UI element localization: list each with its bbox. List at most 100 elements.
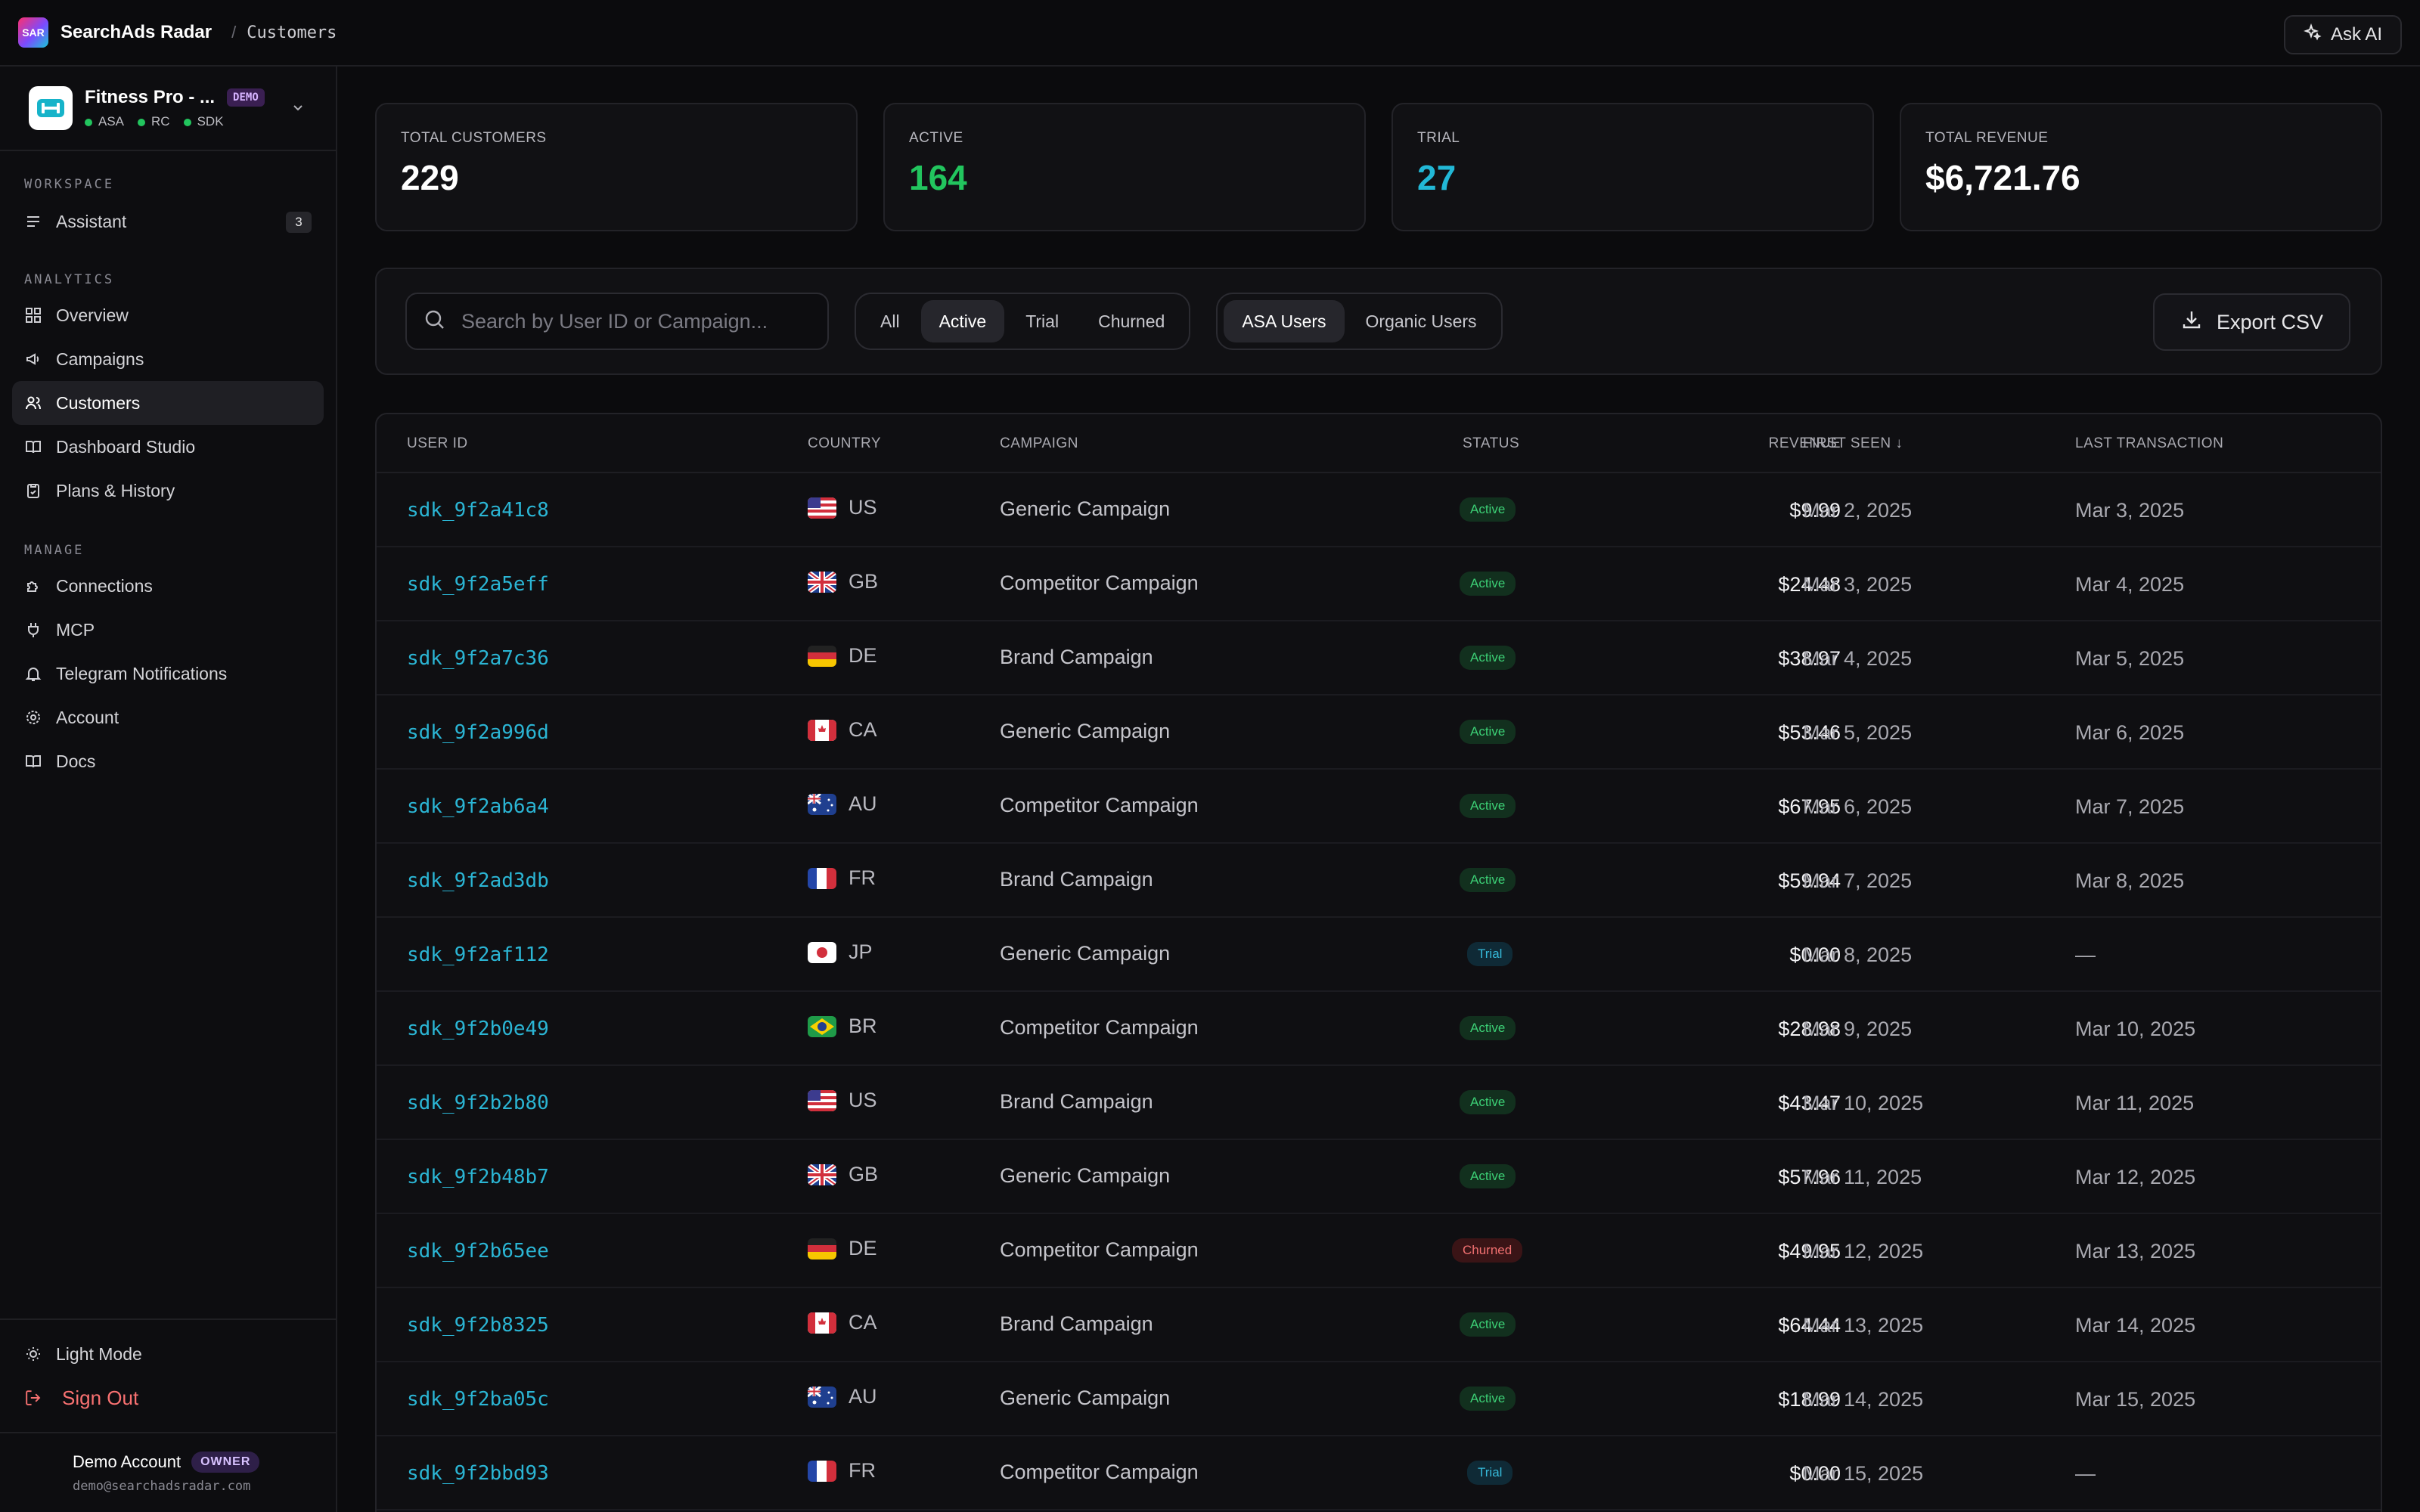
sidebar-item-connections[interactable]: Connections [12, 564, 324, 608]
campaign-name: Brand Campaign [1000, 1090, 1153, 1113]
app-switcher[interactable]: Fitness Pro - ... DEMO ASA RC SDK [0, 67, 336, 151]
country-cell: AU [808, 792, 877, 816]
first-seen-date: Mar 10, 2025 [1803, 1092, 1924, 1114]
table-row[interactable]: sdk_9f2a996d CA Generic Campaign Active $53.… [377, 696, 2381, 770]
user-id-link[interactable]: sdk_9f2ba05c [407, 1388, 549, 1411]
app-logo[interactable]: SAR [18, 17, 48, 48]
ask-ai-button[interactable]: Ask AI [2283, 15, 2402, 54]
table-row[interactable]: sdk_9f2ad3db FR Brand Campaign Active $59.94… [377, 844, 2381, 918]
table-row[interactable]: sdk_9f2ba05c AU Generic Campaign Active $18.… [377, 1362, 2381, 1436]
export-csv-button[interactable]: Export CSV [2152, 293, 2350, 351]
sidebar-item-customers[interactable]: Customers [12, 381, 324, 425]
puzzle-icon [24, 577, 42, 595]
sparkle-icon [2303, 23, 2322, 47]
sidebar-footer: Light Mode Sign Out Demo Account OWNER d… [0, 1318, 336, 1512]
breadcrumb-separator: / [231, 23, 237, 42]
user-id-link[interactable]: sdk_9f2ab6a4 [407, 795, 549, 818]
flag-ca-icon [808, 1312, 836, 1334]
sidebar-item-docs[interactable]: Docs [12, 739, 324, 783]
sidebar-item-account[interactable]: Account [12, 696, 324, 739]
stat-card-total-revenue: TOTAL REVENUE $6,721.76 [1900, 103, 2382, 231]
table-row[interactable]: sdk_9f2a7c36 DE Brand Campaign Active $38.97… [377, 621, 2381, 696]
sidebar-item-label: Assistant [56, 211, 127, 231]
last-transaction-date: Mar 6, 2025 [2075, 721, 2185, 744]
section-label-workspace: WORKSPACE [24, 177, 115, 192]
user-id-link[interactable]: sdk_9f2b48b7 [407, 1166, 549, 1188]
column-header-user-id[interactable]: USER ID [407, 435, 468, 452]
status-filter: All Active Trial Churned [855, 293, 1191, 350]
logout-icon [24, 1389, 42, 1407]
country-cell: US [808, 1089, 877, 1112]
plug-icon [24, 621, 42, 639]
user-id-link[interactable]: sdk_9f2b8325 [407, 1314, 549, 1337]
status-tab-churned[interactable]: Churned [1080, 300, 1183, 342]
status-badge: Active [1460, 720, 1516, 744]
book-open-icon [24, 438, 42, 456]
sign-out-button[interactable]: Sign Out [12, 1376, 324, 1420]
sidebar-item-mcp[interactable]: MCP [12, 608, 324, 652]
status-tab-trial[interactable]: Trial [1007, 300, 1077, 342]
user-id-link[interactable]: sdk_9f2b2b80 [407, 1092, 549, 1114]
sidebar-item-telegram-notifications[interactable]: Telegram Notifications [12, 652, 324, 696]
column-header-last-transaction[interactable]: LAST TRANSACTION [2075, 435, 2223, 452]
first-seen-date: Mar 7, 2025 [1803, 869, 1913, 892]
country-code: DE [849, 1237, 877, 1259]
table-row[interactable]: sdk_9f2bbd93 FR Competitor Campaign Trial $0… [377, 1436, 2381, 1510]
country-code: CA [849, 1311, 877, 1334]
table-row[interactable]: sdk_9f2af112 JP Generic Campaign Trial $0.00… [377, 918, 2381, 992]
user-profile[interactable]: Demo Account OWNER demo@searchadsradar.c… [0, 1433, 336, 1512]
sidebar-item-label: Customers [56, 392, 141, 413]
sun-icon [24, 1345, 42, 1363]
sidebar-item-overview[interactable]: Overview [12, 293, 324, 337]
user-id-link[interactable]: sdk_9f2b65ee [407, 1240, 549, 1263]
customers-table: USER ID COUNTRY CAMPAIGN STATUS REVENUE … [375, 413, 2382, 1512]
search-input[interactable] [461, 309, 809, 333]
user-id-link[interactable]: sdk_9f2a41c8 [407, 499, 549, 522]
user-id-link[interactable]: sdk_9f2ad3db [407, 869, 549, 892]
user-id-link[interactable]: sdk_9f2a996d [407, 721, 549, 744]
country-cell: FR [808, 1459, 876, 1483]
column-header-first-seen[interactable]: FIRST SEEN ↓ [1803, 435, 1903, 452]
sidebar-item-campaigns[interactable]: Campaigns [12, 337, 324, 381]
status-badge: Active [1460, 794, 1516, 818]
table-row[interactable]: sdk_9f2a5eff GB Competitor Campaign Active $… [377, 547, 2381, 621]
country-cell: DE [808, 1237, 877, 1260]
light-mode-toggle[interactable]: Light Mode [12, 1332, 324, 1376]
sidebar-item-assistant[interactable]: Assistant 3 [12, 200, 324, 243]
table-row[interactable]: sdk_9f2b8325 CA Brand Campaign Active $64.44… [377, 1288, 2381, 1362]
source-tab-asa-users[interactable]: ASA Users [1224, 300, 1345, 342]
user-id-link[interactable]: sdk_9f2af112 [407, 943, 549, 966]
column-header-campaign[interactable]: CAMPAIGN [1000, 435, 1078, 452]
flag-fr-icon [808, 1460, 836, 1482]
last-transaction-date: Mar 11, 2025 [2075, 1092, 2195, 1114]
status-tab-active[interactable]: Active [920, 300, 1005, 342]
flag-au-icon [808, 1386, 836, 1408]
table-row[interactable]: sdk_9f2b65ee DE Competitor Campaign Churned… [377, 1214, 2381, 1288]
brand-name[interactable]: SearchAds Radar [60, 22, 212, 43]
sidebar-item-plans-history[interactable]: Plans & History [12, 469, 324, 513]
column-header-country[interactable]: COUNTRY [808, 435, 881, 452]
source-tab-organic-users[interactable]: Organic Users [1348, 300, 1495, 342]
table-row[interactable]: sdk_9f2b48b7 GB Generic Campaign Active $57.… [377, 1140, 2381, 1214]
first-seen-date: Mar 2, 2025 [1803, 499, 1913, 522]
table-row[interactable]: sdk_9f2ab6a4 AU Competitor Campaign Active $… [377, 770, 2381, 844]
stat-label: ACTIVE [909, 130, 963, 146]
user-id-link[interactable]: sdk_9f2bbd93 [407, 1462, 549, 1485]
table-row[interactable]: sdk_9f2b0e49 BR Competitor Campaign Active $… [377, 992, 2381, 1066]
user-id-link[interactable]: sdk_9f2a5eff [407, 573, 549, 596]
sidebar-item-dashboard-studio[interactable]: Dashboard Studio [12, 425, 324, 469]
last-transaction-date: Mar 7, 2025 [2075, 795, 2185, 818]
table-row[interactable]: sdk_9f2b2b80 US Brand Campaign Active $43.47… [377, 1066, 2381, 1140]
section-label-manage: MANAGE [24, 543, 85, 558]
user-id-link[interactable]: sdk_9f2a7c36 [407, 647, 549, 670]
user-id-link[interactable]: sdk_9f2b0e49 [407, 1018, 549, 1040]
search-box[interactable] [405, 293, 829, 350]
flag-de-icon [808, 1238, 836, 1259]
country-code: JP [849, 940, 873, 963]
column-header-status[interactable]: STATUS [1463, 435, 1519, 452]
user-email: demo@searchadsradar.com [73, 1479, 251, 1494]
chevron-down-icon[interactable] [290, 100, 306, 119]
first-seen-date: Mar 12, 2025 [1803, 1240, 1924, 1263]
status-tab-all[interactable]: All [862, 300, 918, 342]
table-row[interactable]: sdk_9f2a41c8 US Generic Campaign Active $9.9… [377, 473, 2381, 547]
